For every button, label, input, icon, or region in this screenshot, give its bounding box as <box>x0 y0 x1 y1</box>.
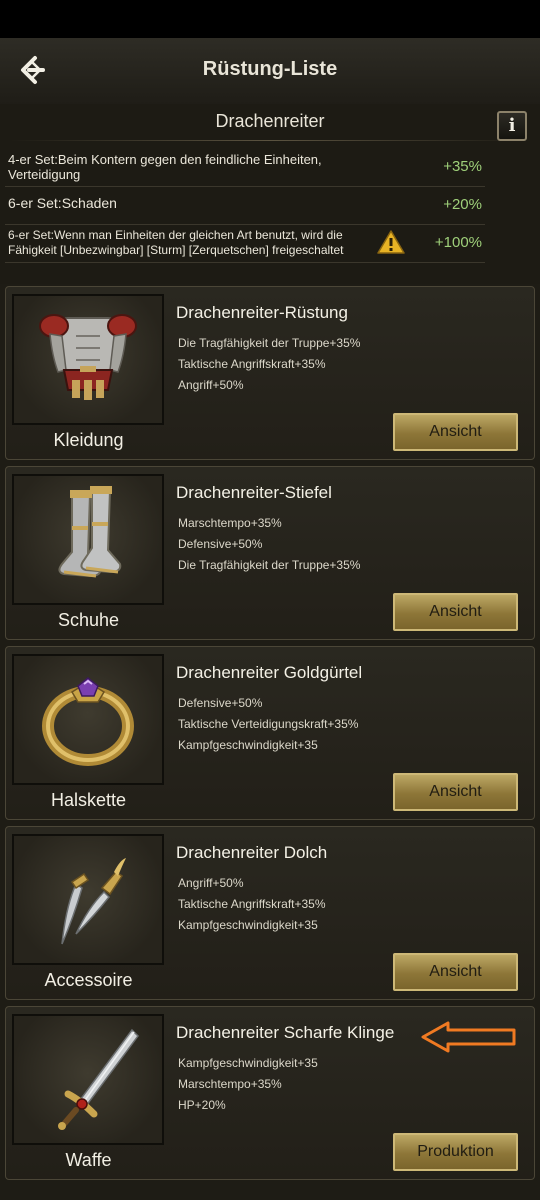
slot-label: Waffe <box>65 1150 112 1170</box>
item-stat: Taktische Verteidigungskraft+35% <box>178 717 359 731</box>
set-name: Drachenreiter <box>215 111 325 131</box>
item-stat: Taktische Angriffskraft+35% <box>178 897 326 911</box>
slot-label: Kleidung <box>53 430 124 450</box>
equipment-thumbnail[interactable] <box>12 1014 164 1145</box>
equipment-thumbnail[interactable] <box>12 474 164 605</box>
item-stat: Taktische Angriffskraft+35% <box>178 357 326 371</box>
set-bonus-text: 6-er Set:Wenn man Einheiten der gleichen… <box>8 228 344 257</box>
set-bonus-row: 4-er Set:Beim Kontern gegen den feindlic… <box>5 148 485 187</box>
item-name: Drachenreiter Scharfe Klinge <box>176 1023 395 1042</box>
page-title: Rüstung-Liste <box>202 58 338 80</box>
set-bonus-value: +35% <box>443 158 482 175</box>
item-stat: Angriff+50% <box>178 876 244 890</box>
item-name: Drachenreiter Dolch <box>176 843 328 862</box>
annotation-arrow-icon <box>421 1021 516 1053</box>
item-stats: Marschtempo+35% Defensive+50% Die Tragfä… <box>178 513 360 576</box>
info-button[interactable]: i <box>497 111 527 141</box>
equipment-card: Kleidung Drachenreiter-Rüstung Die Tragf… <box>5 286 535 460</box>
item-stat: Kampfgeschwindigkeit+35 <box>178 918 318 932</box>
view-button[interactable]: Ansicht <box>393 773 518 811</box>
item-stats: Defensive+50% Taktische Verteidigungskra… <box>178 693 358 756</box>
item-stat: Defensive+50% <box>178 696 263 710</box>
set-bonus-value: +100% <box>434 234 482 251</box>
set-bonus-value: +20% <box>443 196 482 213</box>
set-bonus-panel: Drachenreiter 4-er Set:Beim Kontern gege… <box>0 104 540 284</box>
set-bonus-row: 6-er Set:Schaden +20% <box>5 186 485 225</box>
item-stat: Marschtempo+35% <box>178 1077 282 1091</box>
item-stat: Die Tragfähigkeit der Truppe+35% <box>178 336 361 350</box>
item-stat: Marschtempo+35% <box>178 516 282 530</box>
equipment-thumbnail[interactable] <box>12 834 164 965</box>
header-bar: Rüstung-Liste <box>0 38 540 105</box>
slot-label: Halskette <box>50 790 127 810</box>
item-stat: Angriff+50% <box>178 378 244 392</box>
item-stats: Angriff+50% Taktische Angriffskraft+35% … <box>178 873 326 936</box>
sword-icon <box>58 1028 139 1130</box>
set-bonus-text: 6-er Set:Schaden <box>8 195 117 211</box>
view-button[interactable]: Ansicht <box>393 413 518 451</box>
item-stat: HP+20% <box>178 1098 226 1112</box>
item-stat: Die Tragfähigkeit der Truppe+35% <box>178 558 361 572</box>
boots-icon <box>58 486 122 578</box>
equipment-card: Accessoire Drachenreiter Dolch Angriff+5… <box>5 826 535 1000</box>
item-stats: Kampfgeschwindigkeit+35 Marschtempo+35% … <box>178 1053 318 1116</box>
set-bonus-row: 6-er Set:Wenn man Einheiten der gleichen… <box>5 224 485 263</box>
view-button[interactable]: Ansicht <box>393 953 518 991</box>
armor-icon <box>39 314 137 400</box>
slot-label: Schuhe <box>57 610 120 630</box>
item-stat: Kampfgeschwindigkeit+35 <box>178 1056 318 1070</box>
set-bonus-text: 4-er Set:Beim Kontern gegen den feindlic… <box>8 152 322 182</box>
equipment-thumbnail[interactable] <box>12 294 164 425</box>
item-name: Drachenreiter-Rüstung <box>176 303 348 322</box>
divider <box>10 140 530 141</box>
equipment-card: Schuhe Drachenreiter-Stiefel Marschtempo… <box>5 466 535 640</box>
equipment-card: Halskette Drachenreiter Goldgürtel Defen… <box>5 646 535 820</box>
status-bar <box>0 0 540 38</box>
view-button[interactable]: Ansicht <box>393 593 518 631</box>
item-name: Drachenreiter-Stiefel <box>176 483 332 502</box>
dagger-icon <box>61 858 126 945</box>
item-stat: Defensive+50% <box>178 537 263 551</box>
item-name: Drachenreiter Goldgürtel <box>176 663 363 682</box>
item-stats: Die Tragfähigkeit der Truppe+35% Taktisc… <box>178 333 360 396</box>
production-button[interactable]: Produktion <box>393 1133 518 1171</box>
ring-icon <box>42 677 134 766</box>
equipment-thumbnail[interactable] <box>12 654 164 785</box>
warning-icon[interactable] <box>376 229 406 255</box>
item-stat: Kampfgeschwindigkeit+35 <box>178 738 318 752</box>
slot-label: Accessoire <box>44 970 133 990</box>
